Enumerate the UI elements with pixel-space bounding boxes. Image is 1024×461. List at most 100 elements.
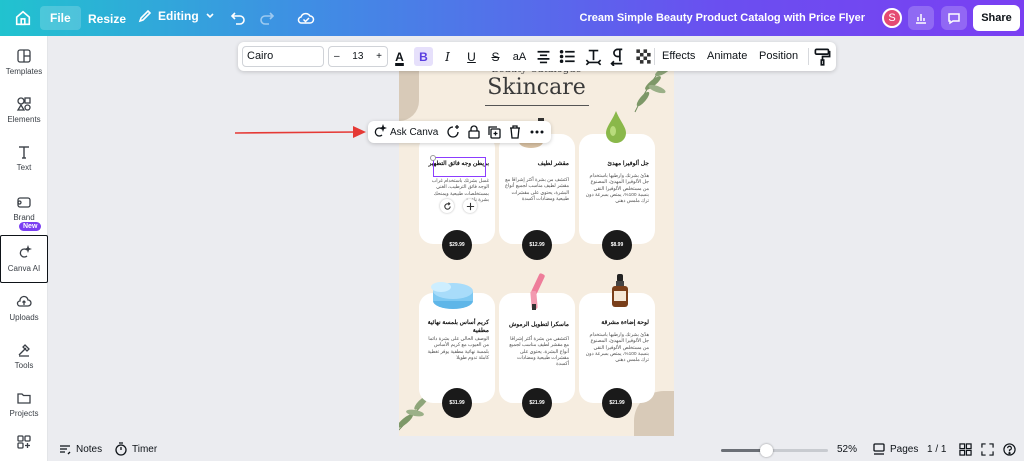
fullscreen-icon[interactable] (981, 443, 994, 456)
notes-button[interactable]: Notes (58, 442, 102, 456)
uploads-icon (16, 295, 32, 307)
comments-button[interactable] (941, 6, 967, 30)
text-direction-icon[interactable] (608, 47, 627, 66)
pages-label: Pages (890, 443, 919, 455)
sidebar-item-uploads[interactable]: Uploads (0, 284, 48, 332)
comment-add-icon[interactable] (445, 124, 461, 140)
price-badge: $29.99 (442, 230, 472, 260)
zoom-slider-knob[interactable] (759, 444, 773, 457)
font-size-value[interactable]: 13 (352, 51, 363, 62)
resize-handle[interactable] (430, 155, 436, 161)
increase-size-button[interactable]: + (376, 51, 382, 62)
cloud-save-icon[interactable] (297, 10, 315, 26)
align-icon[interactable] (534, 47, 553, 66)
decrease-size-button[interactable]: – (334, 51, 340, 62)
product-card[interactable]: جل ألوفيرا مهدئ هدّئ بشرتك وارطبها باستخ… (579, 134, 655, 260)
trash-icon[interactable] (507, 124, 523, 140)
annotation-arrow-icon (235, 126, 366, 138)
undo-icon[interactable] (230, 10, 246, 26)
sidebar-label: Tools (14, 361, 34, 370)
rotate-handle[interactable] (440, 199, 454, 213)
editing-mode-dropdown[interactable]: Editing (138, 9, 215, 23)
product-description[interactable]: هدّئ بشرتك وارطبها باستخدام جل الألوفيرا… (585, 174, 649, 205)
paint-roller-icon[interactable] (813, 47, 832, 66)
move-handle[interactable] (463, 199, 477, 213)
product-name[interactable]: كريم أساس بلمسة نهائية مطفية (423, 319, 489, 335)
tools-icon (18, 344, 30, 357)
product-name[interactable]: لوحة إضاءة مشرقة (583, 319, 649, 327)
product-description[interactable]: اكتشف من بشرة أكثر إشراقا مع مقشر لطيف م… (505, 178, 569, 203)
sidebar-item-tools[interactable]: Tools (0, 332, 48, 380)
product-description[interactable]: اكتشفي من بشرة أكثر إشراقا مع مقشر لطيف … (505, 337, 569, 368)
animate-button[interactable]: Animate (707, 50, 747, 62)
zoom-level[interactable]: 52% (837, 444, 857, 455)
sidebar-label: Text (16, 163, 32, 172)
timer-label: Timer (132, 443, 158, 455)
ask-canva-button[interactable]: Ask Canva (390, 127, 438, 138)
product-description[interactable]: هدّئ بشرتك وارطبها باستخدام جل الألوفيرا… (585, 333, 649, 364)
sidebar-item-projects[interactable]: Projects (0, 380, 48, 428)
page-counter: 1 / 1 (927, 444, 947, 455)
pages-button[interactable]: Pages (872, 442, 918, 456)
product-name[interactable]: مقشر لطيف (503, 160, 569, 168)
list-icon[interactable] (558, 47, 577, 66)
product-name[interactable]: جل ألوفيرا مهدئ (583, 160, 649, 168)
bold-icon[interactable]: B (414, 47, 433, 66)
timer-button[interactable]: Timer (114, 442, 157, 456)
text-icon (19, 146, 29, 159)
product-card[interactable]: بريطن وجه فائق التطهير غسل بشرتك باستخدا… (419, 134, 495, 260)
font-size-stepper[interactable]: – 13 + (328, 46, 388, 67)
apps-icon (17, 435, 31, 449)
canva-ai-icon (19, 245, 32, 258)
file-menu-button[interactable]: File (40, 6, 81, 30)
help-icon[interactable] (1003, 443, 1016, 456)
price-badge: $8.99 (602, 230, 632, 260)
sidebar-item-templates[interactable]: Templates (0, 38, 48, 86)
title-divider (485, 105, 589, 106)
underline-icon[interactable]: U (462, 47, 481, 66)
strikethrough-icon[interactable]: S (486, 47, 505, 66)
document-title[interactable]: Cream Simple Beauty Product Catalog with… (580, 12, 865, 24)
lock-icon[interactable] (466, 124, 482, 140)
letter-case-icon[interactable]: aA (510, 47, 529, 66)
design-page[interactable]: Beauty Catalogue Skincare بريطن وجه فائق… (399, 61, 674, 436)
user-avatar[interactable]: S (882, 8, 902, 28)
product-card[interactable]: لوحة إضاءة مشرقة هدّئ بشرتك وارطبها باست… (579, 293, 655, 418)
share-button[interactable]: Share (973, 5, 1020, 31)
transparency-icon[interactable] (634, 47, 653, 66)
redo-icon[interactable] (259, 10, 275, 26)
catalog-title[interactable]: Skincare (399, 75, 674, 100)
italic-icon[interactable]: I (438, 47, 457, 66)
sidebar-item-elements[interactable]: Elements (0, 86, 48, 134)
product-card[interactable]: مقشر لطيف اكتشف من بشرة أكثر إشراقا مع م… (499, 134, 575, 260)
font-family-select[interactable]: Cairo (242, 46, 324, 67)
more-options-icon[interactable] (529, 124, 545, 140)
sidebar-item-brand[interactable]: Brand (0, 184, 48, 232)
product-description[interactable]: غسل بشرتك باستخدام غراب الوجه فائق الترط… (425, 179, 489, 204)
top-bar: File Resize Editing Cream Simple Beauty … (0, 0, 1024, 36)
insights-button[interactable] (908, 6, 934, 30)
home-icon[interactable] (14, 9, 32, 27)
left-sidebar: Templates Elements Text New Brand Canva … (0, 36, 48, 461)
canva-ai-icon[interactable] (371, 124, 387, 140)
sidebar-item-apps[interactable] (0, 428, 48, 460)
zoom-slider[interactable] (721, 444, 828, 457)
sidebar-label: Canva AI (7, 264, 41, 273)
text-color-icon[interactable]: A (390, 47, 409, 66)
spacing-icon[interactable] (584, 47, 603, 66)
brand-icon (17, 197, 31, 208)
grid-view-icon[interactable] (959, 443, 972, 456)
position-button[interactable]: Position (759, 50, 798, 62)
duplicate-icon[interactable] (486, 124, 502, 140)
product-description[interactable]: الوصف الحالي على بشرة دائما من العيوب مع… (425, 337, 489, 362)
rotate-icon (443, 201, 451, 210)
sidebar-item-text[interactable]: Text (0, 134, 48, 182)
sidebar-item-canva-ai[interactable]: Canva AI (0, 235, 48, 283)
product-name[interactable]: ماسكرا لتطويل الرموش (503, 321, 569, 329)
notes-label: Notes (76, 443, 103, 455)
resize-button[interactable]: Resize (88, 12, 126, 26)
bottom-bar: Notes Timer 52% Pages 1 / 1 (48, 438, 1024, 461)
text-selection-box[interactable] (433, 157, 486, 177)
effects-button[interactable]: Effects (662, 50, 695, 62)
mascara-icon (530, 273, 545, 310)
